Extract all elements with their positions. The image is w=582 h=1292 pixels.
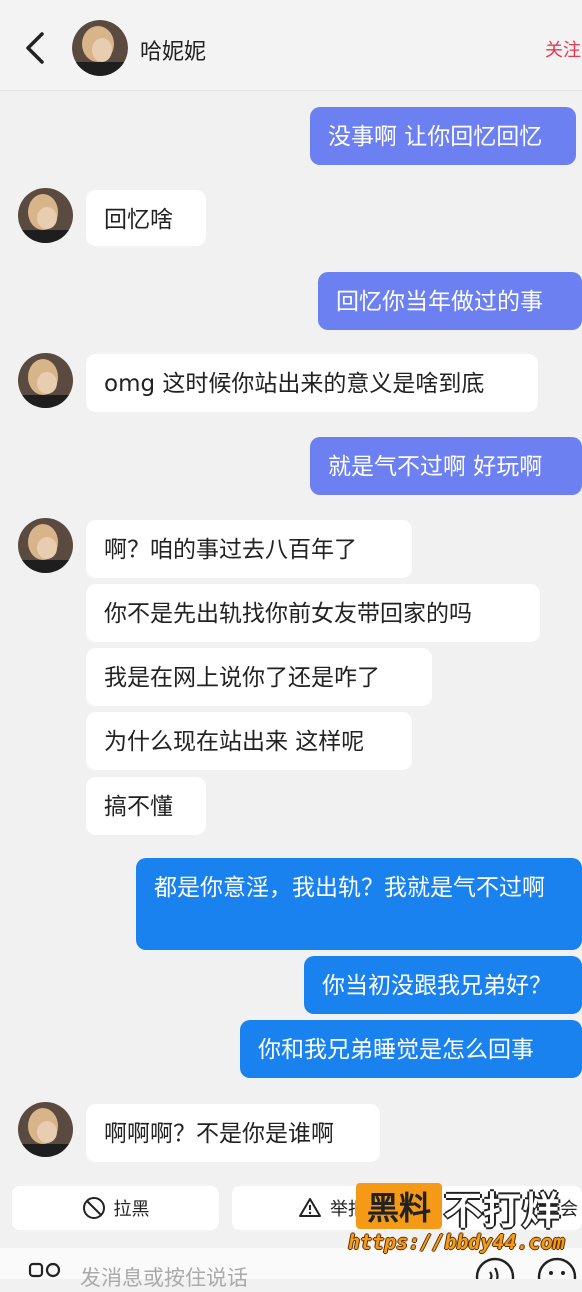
message-bubble-received[interactable]: 啊？咱的事过去八百年了 [86, 520, 412, 578]
emoji-icon[interactable] [536, 1256, 578, 1279]
message-bubble-received[interactable]: 为什么现在站出来 这样呢 [86, 712, 412, 770]
message-bubble-sent[interactable]: 你和我兄弟睡觉是怎么回事 [240, 1020, 582, 1078]
message-bubble-sent[interactable]: 你当初没跟我兄弟好？ [304, 956, 582, 1014]
block-label: 拉黑 [113, 1199, 150, 1220]
watermark-url: https://bbdy44.com [348, 1230, 565, 1254]
message-bubble-received[interactable]: omg 这时候你站出来的意义是啥到底 [86, 354, 538, 412]
message-bubble-received[interactable]: 你不是先出轨找你前女友带回家的吗 [86, 584, 540, 642]
block-button[interactable]: 拉黑 [12, 1186, 219, 1230]
contact-avatar[interactable] [18, 188, 73, 243]
watermark-text: 不打烊 [444, 1189, 562, 1233]
message-bubble-received[interactable]: 搞不懂 [86, 777, 206, 835]
voice-icon[interactable] [474, 1256, 516, 1279]
chat-header: 哈妮妮 关注 [0, 0, 582, 91]
message-bubble-sent[interactable]: 回忆你当年做过的事 [318, 272, 582, 330]
block-icon [82, 1197, 105, 1219]
watermark-logo: 黑料 [356, 1183, 442, 1229]
contact-avatar[interactable] [18, 518, 73, 573]
message-bubble-sent[interactable]: 就是气不过啊 好玩啊 [310, 437, 582, 495]
warning-icon [299, 1198, 321, 1217]
message-bubble-received[interactable]: 回忆啥 [86, 190, 206, 246]
contact-name: 哈妮妮 [140, 40, 207, 65]
message-input[interactable]: 发消息或按住说话 [80, 1262, 248, 1292]
message-bubble-sent[interactable]: 没事啊 让你回忆回忆 [310, 107, 576, 165]
contact-avatar[interactable] [72, 20, 128, 76]
grid-icon[interactable] [28, 1260, 62, 1279]
message-bubble-sent[interactable]: 都是你意淫，我出轨？我就是气不过啊 [136, 858, 582, 950]
contact-avatar[interactable] [18, 353, 73, 408]
follow-button[interactable]: 关注 [545, 36, 581, 62]
back-arrow-icon[interactable] [20, 30, 50, 66]
message-bubble-received[interactable]: 啊啊啊？不是你是谁啊 [86, 1104, 380, 1162]
contact-avatar[interactable] [18, 1102, 73, 1157]
message-bubble-received[interactable]: 我是在网上说你了还是咋了 [86, 648, 432, 706]
